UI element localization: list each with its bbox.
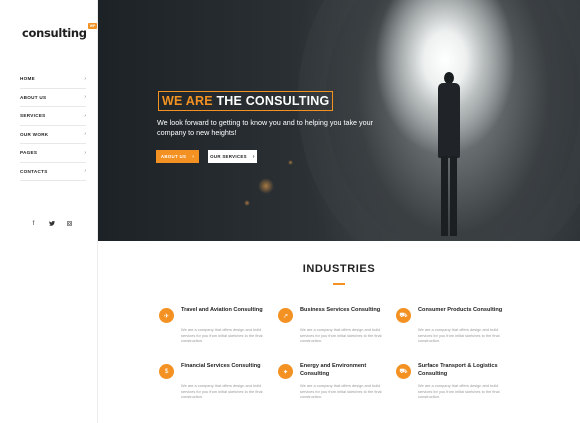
nav-item-label: ABOUT US	[20, 94, 47, 100]
social-links: f	[30, 220, 73, 228]
industry-card[interactable]: ✦ Energy and Environment Consulting We a…	[278, 363, 388, 414]
industry-card-text: We are a company that offers design and …	[181, 327, 263, 344]
nav-item-about-us[interactable]: ABOUT US ›	[20, 89, 86, 107]
industries-title: INDUSTRIES	[302, 263, 376, 275]
cart-icon: ⛟	[396, 308, 411, 323]
our-services-button[interactable]: OUR SERVICES ›	[208, 150, 257, 163]
businessman-figure	[436, 72, 462, 241]
industry-card-title: Travel and Aviation Consulting	[181, 307, 263, 313]
our-services-button-label: OUR SERVICES	[210, 154, 247, 159]
nav-item-label: CONTACTS	[20, 168, 48, 174]
logo-badge: WP	[87, 23, 98, 29]
coins-icon: $	[159, 364, 174, 379]
hero-title: WE ARE THE CONSULTING	[158, 91, 334, 111]
truck-icon: ⛟	[396, 364, 411, 379]
bulb-icon: ✦	[278, 364, 293, 379]
industry-card[interactable]: ⛟ Consumer Products Consulting We are a …	[396, 307, 506, 358]
industry-card[interactable]: ⛟ Surface Transport & Logistics Consulti…	[396, 363, 506, 414]
industry-card[interactable]: $ Financial Services Consulting We are a…	[159, 363, 269, 414]
lens-flare	[258, 178, 274, 194]
nav-item-label: HOME	[20, 76, 35, 82]
industry-card-text: We are a company that offers design and …	[181, 383, 263, 400]
about-us-button[interactable]: ABOUT US ›	[156, 150, 199, 163]
industry-card-title: Energy and Environment Consulting	[300, 363, 367, 377]
instagram-icon[interactable]	[66, 220, 73, 228]
about-us-button-label: ABOUT US	[160, 154, 187, 159]
hero-title-rest: THE CONSULTING	[216, 94, 330, 108]
chevron-right-icon: ›	[84, 112, 86, 119]
hero-title-accent: WE ARE	[162, 94, 213, 108]
title-underline	[333, 283, 345, 285]
chevron-right-icon: ›	[84, 94, 86, 101]
industry-card[interactable]: ↗ Business Services Consulting We are a …	[278, 307, 388, 358]
nav-item-contacts[interactable]: CONTACTS ›	[20, 163, 86, 181]
nav-item-label: SERVICES	[20, 113, 46, 119]
chart-icon: ↗	[278, 308, 293, 323]
logo-text: consulting	[22, 26, 87, 40]
industry-card-title: Consumer Products Consulting	[418, 307, 503, 313]
main-nav: HOME › ABOUT US › SERVICES › OUR WORK › …	[20, 70, 86, 181]
logo[interactable]: consulting WP	[22, 23, 98, 40]
nav-item-our-work[interactable]: OUR WORK ›	[20, 126, 86, 144]
twitter-icon[interactable]	[48, 221, 55, 228]
chevron-right-icon: ›	[84, 75, 86, 82]
hero-banner: WE ARE THE CONSULTING We look forward to…	[98, 0, 580, 241]
chevron-right-icon: ›	[192, 153, 195, 160]
lens-flare	[244, 200, 250, 206]
nav-item-label: OUR WORK	[20, 131, 49, 137]
industry-card[interactable]: ✈ Travel and Aviation Consulting We are …	[159, 307, 269, 358]
hero-subtitle: We look forward to getting to know you a…	[157, 118, 374, 137]
nav-item-label: PAGES	[20, 150, 38, 156]
chevron-right-icon: ›	[84, 131, 86, 138]
nav-item-home[interactable]: HOME ›	[20, 70, 86, 89]
chevron-right-icon: ›	[84, 168, 86, 175]
industry-card-title: Business Services Consulting	[300, 307, 381, 313]
plane-icon: ✈	[159, 308, 174, 323]
industry-card-text: We are a company that offers design and …	[418, 327, 500, 344]
nav-item-pages[interactable]: PAGES ›	[20, 144, 86, 163]
facebook-icon[interactable]: f	[30, 221, 37, 228]
lens-flare	[288, 160, 293, 165]
industry-card-text: We are a company that offers design and …	[418, 383, 500, 400]
chevron-right-icon: ›	[84, 149, 86, 156]
industry-card-title: Financial Services Consulting	[181, 363, 261, 369]
chevron-right-icon: ›	[252, 153, 255, 160]
industry-card-text: We are a company that offers design and …	[300, 383, 382, 400]
industry-card-text: We are a company that offers design and …	[300, 327, 382, 344]
industry-card-title: Surface Transport & Logistics Consulting	[418, 363, 498, 377]
nav-item-services[interactable]: SERVICES ›	[20, 107, 86, 126]
sidebar: consulting WP HOME › ABOUT US › SERVICES…	[0, 0, 98, 423]
